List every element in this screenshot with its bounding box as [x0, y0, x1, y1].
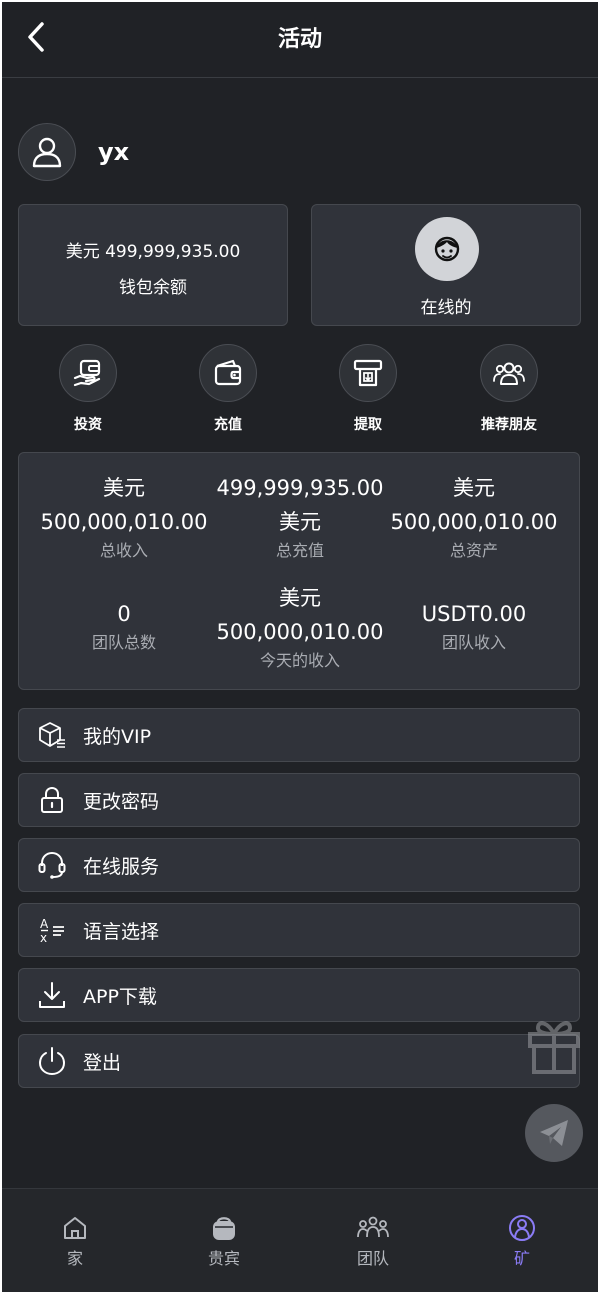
svg-text:x: x: [40, 931, 47, 945]
refer-friends-button[interactable]: 推荐朋友: [469, 344, 549, 434]
tab-home[interactable]: 家: [15, 1213, 135, 1269]
header: 活动: [2, 2, 598, 78]
stat-today-income: 美元 500,000,010.00 今天的收入: [216, 586, 384, 670]
translate-icon: A x: [40, 917, 64, 945]
group-users-icon: [493, 362, 525, 385]
gift-button[interactable]: [522, 1012, 586, 1076]
app-screen: 活动 yx 美元 499,999,935.00 钱包余额 在线的 投资 充值 提…: [2, 2, 598, 1292]
online-avatar: [415, 217, 479, 281]
online-service-card[interactable]: 在线的: [311, 204, 581, 326]
menu-language[interactable]: A x 语言选择: [18, 903, 580, 957]
menu-label: 登出: [83, 1051, 122, 1074]
tab-mine[interactable]: 矿: [462, 1213, 582, 1269]
withdraw-label: 提取: [354, 417, 382, 433]
stat-team-income: USDT0.00 团队收入: [421, 602, 527, 652]
power-icon: [38, 1047, 66, 1076]
telegram-icon: [540, 1120, 568, 1146]
menu-my-vip[interactable]: 我的VIP: [18, 708, 580, 762]
stat-total-income: 美元 500,000,010.00 总收入: [40, 476, 208, 560]
recharge-label: 充值: [214, 417, 242, 433]
tab-vip[interactable]: 贵宾: [164, 1213, 284, 1269]
vip-box-icon: [39, 722, 65, 748]
username: yx: [98, 138, 130, 166]
menu-app-download[interactable]: APP下载: [18, 968, 580, 1022]
wallet-icon: [214, 359, 242, 386]
menu-label: 我的VIP: [83, 725, 152, 748]
stat-team-total: 0 团队总数: [91, 602, 156, 652]
invest-icon: [73, 359, 101, 387]
wallet-label: 钱包余额: [119, 278, 187, 298]
online-label: 在线的: [420, 298, 472, 318]
home-icon: [64, 1217, 86, 1239]
back-button[interactable]: [22, 19, 50, 55]
menu-label: APP下载: [83, 985, 157, 1008]
user-icon: [32, 137, 62, 168]
wallet-amount: 美元 499,999,935.00: [65, 242, 241, 262]
menu-change-password[interactable]: 更改密码: [18, 773, 580, 827]
menu-online-service[interactable]: 在线服务: [18, 838, 580, 892]
recharge-button[interactable]: 充值: [188, 344, 268, 434]
page-title: 活动: [277, 27, 322, 52]
support-agent-icon: [434, 236, 460, 262]
menu-label: 更改密码: [83, 790, 160, 813]
menu-label: 在线服务: [83, 855, 160, 878]
invest-button[interactable]: 投资: [48, 344, 128, 434]
basket-icon: [213, 1217, 235, 1240]
chevron-left-icon: [28, 22, 44, 52]
stats-card: 美元 500,000,010.00 总收入 499,999,935.00 美元 …: [18, 452, 580, 690]
svg-text:A: A: [40, 917, 49, 931]
withdraw-button[interactable]: 提取: [328, 344, 408, 434]
headset-icon: [38, 851, 66, 879]
stat-total-assets: 美元 500,000,010.00 总资产: [390, 476, 558, 560]
refer-friends-label: 推荐朋友: [481, 417, 537, 433]
tab-team[interactable]: 团队: [313, 1213, 433, 1269]
telegram-button[interactable]: [525, 1104, 583, 1162]
menu-label: 语言选择: [83, 920, 160, 943]
stat-total-recharge: 499,999,935.00 美元 总充值: [216, 476, 384, 560]
user-profile: yx: [18, 122, 129, 182]
avatar[interactable]: [18, 123, 76, 181]
bottom-tab-bar: 家 贵宾 团队 矿: [2, 1188, 598, 1292]
person-circle-icon: [509, 1215, 535, 1241]
download-icon: [39, 982, 65, 1008]
atm-withdraw-icon: [353, 359, 383, 387]
gift-icon: [528, 1021, 580, 1074]
invest-label: 投资: [74, 417, 102, 433]
lock-icon: [41, 786, 63, 813]
menu-logout[interactable]: 登出: [18, 1034, 580, 1088]
team-icon: [357, 1216, 389, 1238]
wallet-balance-card: 美元 499,999,935.00 钱包余额: [18, 204, 288, 326]
